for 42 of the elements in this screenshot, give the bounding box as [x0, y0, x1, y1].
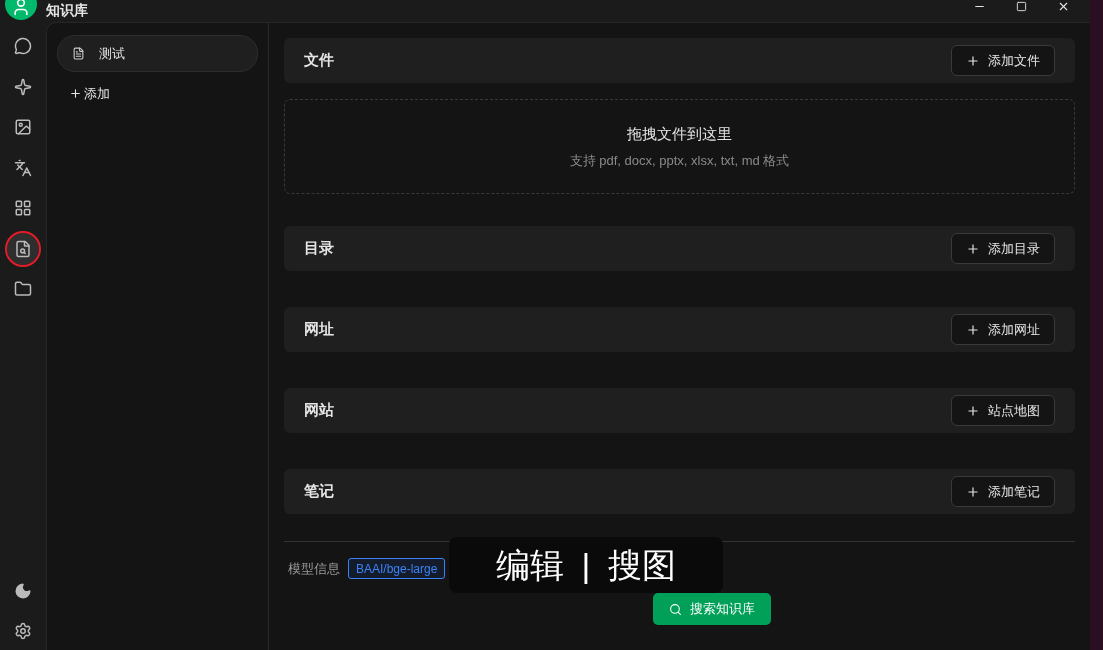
section-title: 目录 — [304, 238, 334, 259]
model-tag: BAAI/bge-large — [348, 558, 446, 579]
overlay-item[interactable]: | — [581, 545, 591, 585]
knowledge-base-name: 测试 — [99, 44, 125, 63]
add-button[interactable]: 站点地图 — [951, 395, 1055, 426]
translate-icon — [14, 158, 32, 177]
window-title: 知识库 — [46, 2, 88, 18]
knowledge-base-item[interactable]: 测试 — [57, 35, 258, 72]
plus-icon — [966, 484, 980, 499]
overlay-item[interactable]: 搜图 — [608, 545, 677, 585]
section-title: 网址 — [304, 319, 334, 340]
add-button[interactable]: 添加网址 — [951, 314, 1055, 345]
add-button[interactable]: 添加文件 — [951, 45, 1055, 76]
sparkle-icon — [14, 77, 32, 96]
section-title: 文件 — [304, 50, 334, 71]
overlay-item[interactable]: 编辑 — [495, 545, 564, 585]
section-title: 笔记 — [304, 481, 334, 502]
grid-icon — [14, 199, 32, 217]
plus-icon — [966, 322, 980, 337]
maximize-icon[interactable] — [1016, 0, 1027, 12]
section-title: 网站 — [304, 400, 334, 421]
dropzone-title: 拖拽文件到这里 — [627, 123, 732, 144]
document-icon — [72, 47, 85, 60]
add-button[interactable]: 添加目录 — [951, 233, 1055, 264]
settings-icon[interactable] — [14, 622, 32, 640]
plus-icon — [966, 403, 980, 418]
image-icon — [14, 118, 32, 136]
search-icon — [669, 602, 682, 616]
plus-icon — [966, 53, 980, 68]
dropzone-hint: 支持 pdf, docx, pptx, xlsx, txt, md 格式 — [569, 152, 790, 170]
add-knowledge-base-button[interactable]: 添加 — [69, 84, 110, 104]
nav-button[interactable] — [7, 232, 39, 265]
document-search-icon — [14, 239, 32, 258]
add-button[interactable]: 添加笔记 — [951, 476, 1055, 507]
folder-icon — [14, 280, 32, 298]
plus-icon — [69, 87, 82, 101]
close-icon[interactable] — [1057, 0, 1070, 13]
plus-icon — [966, 241, 980, 256]
model-info-label: 模型信息 — [288, 559, 340, 578]
moon-icon[interactable] — [14, 582, 32, 600]
file-dropzone[interactable]: 拖拽文件到这里 支持 pdf, docx, pptx, xlsx, txt, md 格式 — [284, 99, 1075, 194]
chat-icon — [14, 37, 32, 55]
